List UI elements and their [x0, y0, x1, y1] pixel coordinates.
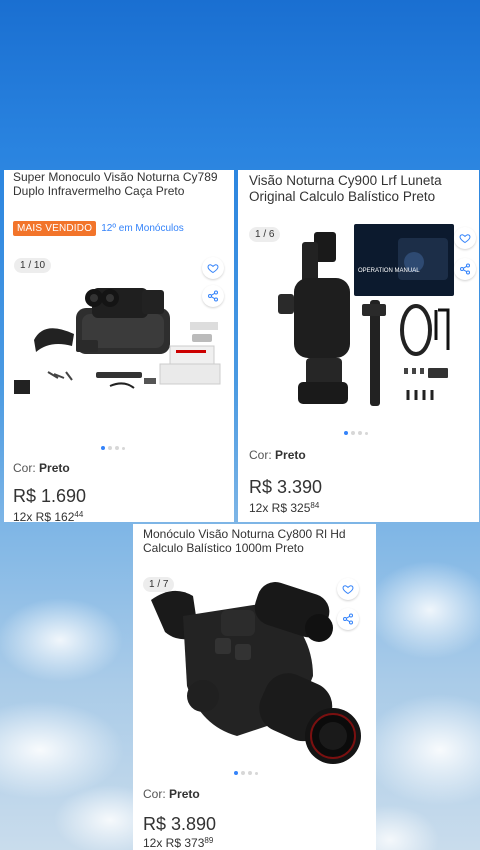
color-label: Cor: — [13, 461, 36, 475]
color-value: Preto — [169, 787, 200, 801]
installments: 12x R$ 16244 — [13, 510, 83, 522]
manual-text: OPERATION MANUAL — [358, 268, 420, 274]
product-card-cy900[interactable]: Visão Noturna Cy900 Lrf Luneta Original … — [238, 170, 479, 522]
installments-amount: 12x R$ 373 — [143, 836, 205, 850]
badge-row: MAIS VENDIDO 12º em Monóculos — [13, 221, 184, 236]
share-icon — [460, 263, 470, 275]
product-title[interactable]: Monóculo Visão Noturna Cy800 Rl Hd Calcu… — [143, 527, 370, 555]
image-carousel-dots[interactable] — [234, 771, 258, 775]
color-value: Preto — [275, 448, 306, 462]
heart-icon — [459, 234, 471, 244]
product-card-cy800[interactable]: Monóculo Visão Noturna Cy800 Rl Hd Calcu… — [133, 524, 376, 850]
color-label: Cor: — [249, 448, 272, 462]
favorite-button[interactable] — [202, 257, 224, 279]
image-carousel-dots[interactable] — [101, 446, 125, 450]
category-rank-link[interactable]: 12º em Monóculos — [101, 223, 184, 234]
installments-cents: 44 — [74, 510, 84, 519]
installments: 12x R$ 37389 — [143, 836, 213, 850]
color-row: Cor: Preto — [13, 461, 70, 475]
product-image-scope[interactable]: OPERATION MANUAL — [268, 218, 458, 418]
product-title[interactable]: Visão Noturna Cy900 Lrf Luneta Original … — [249, 173, 473, 205]
product-price: R$ 3.390 — [249, 477, 323, 497]
color-row: Cor: Preto — [249, 448, 306, 462]
product-image-monocular[interactable] — [143, 576, 368, 766]
product-price: R$ 3.890 — [143, 814, 217, 834]
heart-icon — [207, 264, 219, 274]
color-value: Preto — [39, 461, 70, 475]
installments-cents: 89 — [204, 836, 214, 845]
image-counter: 1 / 10 — [14, 258, 52, 273]
best-seller-badge: MAIS VENDIDO — [13, 221, 97, 236]
installments: 12x R$ 32584 — [249, 501, 319, 515]
product-card-cy789[interactable]: Super Monoculo Visão Noturna Cy789 Duplo… — [4, 170, 234, 522]
installments-amount: 12x R$ 162 — [13, 510, 75, 522]
product-title[interactable]: Super Monoculo Visão Noturna Cy789 Duplo… — [13, 170, 228, 198]
color-label: Cor: — [143, 787, 166, 801]
installments-cents: 84 — [310, 501, 320, 510]
product-image-kit[interactable] — [10, 280, 232, 400]
installments-amount: 12x R$ 325 — [249, 501, 311, 515]
color-row: Cor: Preto — [143, 787, 200, 801]
product-price: R$ 1.690 — [13, 486, 87, 506]
image-carousel-dots[interactable] — [344, 431, 368, 435]
